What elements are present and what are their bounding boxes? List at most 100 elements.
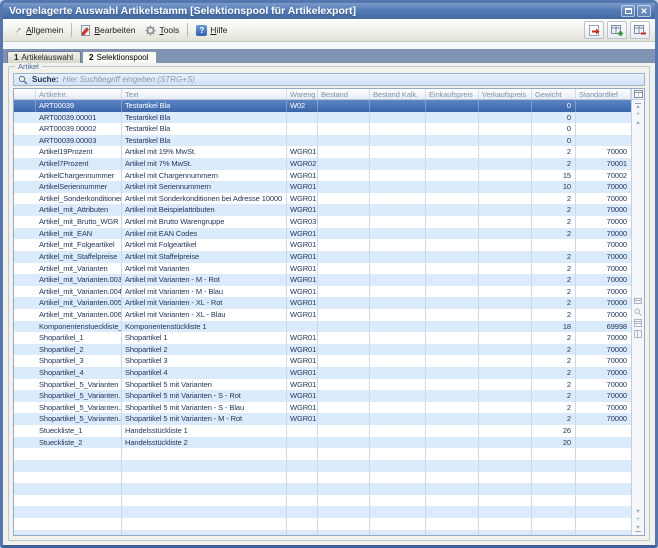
table-row[interactable]: ArtikelSeriennummer Artikel mit Seriennu… — [14, 181, 631, 193]
table-row[interactable]: Shopartikel_1 Shopartikel 1 WGR01 2 7000… — [14, 332, 631, 344]
scroll-last-row-button[interactable]: ▼ — [635, 525, 640, 532]
table-row[interactable]: Artikel_mit_Varianten.003 Artikel mit Va… — [14, 274, 631, 286]
table-row[interactable]: Shopartikel_5_Varianten.1 Shopartikel 5 … — [14, 390, 631, 402]
grid-tool-icon[interactable] — [634, 319, 642, 327]
cell-artikelnr: Artikel19Prozent — [36, 146, 122, 158]
cell-verkaufspreis — [479, 367, 532, 379]
table-row[interactable]: Artikel7Prozent Artikel mit 7% MwSt. WGR… — [14, 158, 631, 170]
table-row[interactable]: Artikel_mit_Varianten.006 Artikel mit Va… — [14, 309, 631, 321]
table-row[interactable]: Shopartikel_5_Varianten Shopartikel 5 mi… — [14, 379, 631, 391]
cell-bestand — [318, 437, 370, 449]
tab-artikelauswahl[interactable]: 1 Artikelauswahl — [7, 51, 81, 63]
tab-selektionspool[interactable]: 2 Selektionspool — [82, 51, 157, 63]
grid-search-icon[interactable] — [634, 308, 642, 316]
cell-verkaufspreis — [479, 135, 532, 147]
cell-text: Artikel mit Folgeartikel — [122, 239, 287, 251]
table-row[interactable]: Shopartikel_5_Varianten.2 Shopartikel 5 … — [14, 402, 631, 414]
grid-tool-icon[interactable] — [634, 297, 642, 305]
cell-standardlieferant: 70000 — [576, 263, 631, 275]
table-row[interactable]: ART00039.00001 Testartikel Bla 0 — [14, 112, 631, 124]
table-row[interactable]: Stueckliste_1 Handelsstückliste 1 26 — [14, 425, 631, 437]
grid-tool-icon[interactable] — [634, 330, 642, 338]
table-row[interactable]: Artikel_mit_Varianten.004 Artikel mit Va… — [14, 286, 631, 298]
table-row[interactable]: ART00039.00002 Testartikel Bla 0 — [14, 123, 631, 135]
table-row[interactable] — [14, 483, 631, 495]
table-row[interactable] — [14, 495, 631, 507]
table-row[interactable]: ART00039 Testartikel Bla W02 0 — [14, 100, 631, 112]
cell-bestand — [318, 146, 370, 158]
table-row[interactable]: Artikel_mit_Attributen Artikel mit Beisp… — [14, 204, 631, 216]
table-row[interactable]: Shopartikel_5_Varianten.3 Shopartikel 5 … — [14, 413, 631, 425]
cell-artikelnr — [36, 495, 122, 507]
restore-button[interactable] — [621, 5, 635, 17]
cell-bestand — [318, 530, 370, 535]
menu-tools[interactable]: Tools — [140, 23, 184, 38]
menu-allgemein[interactable]: → Allgemein — [8, 23, 68, 37]
table-row[interactable] — [14, 518, 631, 530]
export-button[interactable] — [584, 21, 604, 39]
scroll-first-row-button[interactable]: ▲ — [635, 103, 640, 110]
column-header-warengruppe[interactable]: Wareng — [287, 89, 318, 99]
table-row[interactable]: Artikel_mit_Folgeartikel Artikel mit Fol… — [14, 239, 631, 251]
cell-verkaufspreis — [479, 263, 532, 275]
column-header-standardlieferant[interactable]: Standardlief — [576, 89, 631, 99]
column-header-artikelnr[interactable]: Artikelnr. — [36, 89, 122, 99]
table-row[interactable]: Artikel19Prozent Artikel mit 19% MwSt. W… — [14, 146, 631, 158]
cell-artikelnr: ART00039.00001 — [36, 112, 122, 124]
cell-bestand — [318, 413, 370, 425]
table-row[interactable]: Artikel_mit_Brutto_WGR Artikel mit Brutt… — [14, 216, 631, 228]
table-row[interactable]: Shopartikel_3 Shopartikel 3 WGR01 2 7000… — [14, 355, 631, 367]
cell-gewicht: 2 — [532, 228, 576, 240]
column-header-text[interactable]: Text — [122, 89, 287, 99]
menu-hilfe[interactable]: ? Hilfe — [191, 23, 232, 38]
add-to-pool-button[interactable] — [607, 21, 627, 39]
remove-from-pool-button[interactable] — [630, 21, 650, 39]
scroll-up-button[interactable]: ▲ — [635, 120, 640, 126]
table-row[interactable]: Stueckliste_2 Handelsstückliste 2 20 — [14, 437, 631, 449]
table-row[interactable]: ART00039.00003 Testartikel Bla 0 — [14, 135, 631, 147]
cell-artikelnr: Artikel_mit_Varianten.005 — [36, 297, 122, 309]
table-row[interactable] — [14, 460, 631, 472]
cell-verkaufspreis — [479, 146, 532, 158]
cell-verkaufspreis — [479, 286, 532, 298]
cell-verkaufspreis — [479, 158, 532, 170]
search-input[interactable]: Suche: Hier Suchbegriff eingeben (STRG+S… — [13, 73, 645, 86]
cell-bestand-kalk — [370, 437, 426, 449]
column-header-verkaufspreis[interactable]: Verkaufspreis — [479, 89, 532, 99]
cell-einkaufspreis — [426, 472, 479, 484]
column-header-bestand[interactable]: Bestand — [318, 89, 370, 99]
column-header-bestand-kalk[interactable]: Bestand Kalk. — [370, 89, 426, 99]
table-row[interactable]: Komponentenstueckliste_1 Komponentenstüc… — [14, 321, 631, 333]
cell-bestand-kalk — [370, 425, 426, 437]
cell-warengruppe — [287, 437, 318, 449]
table-row[interactable] — [14, 448, 631, 460]
table-row[interactable]: Artikel_mit_Varianten Artikel mit Varian… — [14, 263, 631, 275]
scroll-page-down-button[interactable]: + — [636, 517, 640, 523]
table-row[interactable]: Artikel_mit_EAN Artikel mit EAN Codes WG… — [14, 228, 631, 240]
scroll-down-button[interactable]: ▼ — [635, 509, 640, 515]
menu-bearbeiten[interactable]: Bearbeiten — [75, 23, 140, 38]
cell-warengruppe: WGR01 — [287, 402, 318, 414]
column-chooser-button[interactable] — [632, 89, 644, 100]
column-header-einkaufspreis[interactable]: Einkaufspreis — [426, 89, 479, 99]
cell-bestand-kalk — [370, 379, 426, 391]
table-row[interactable]: Shopartikel_2 Shopartikel 2 WGR01 2 7000… — [14, 344, 631, 356]
table-row[interactable]: ArtikelChargennummer Artikel mit Chargen… — [14, 170, 631, 182]
table-row[interactable]: Artikel_mit_Varianten.005 Artikel mit Va… — [14, 297, 631, 309]
titlebar[interactable]: Vorgelagerte Auswahl Artikelstamm [Selek… — [3, 3, 655, 19]
table-row[interactable] — [14, 472, 631, 484]
close-button[interactable]: ✕ — [637, 5, 651, 17]
table-row[interactable]: Artikel_mit_Staffelpreise Artikel mit St… — [14, 251, 631, 263]
table-row[interactable]: Artikel_Sonderkonditionen Artikel mit So… — [14, 193, 631, 205]
table-row[interactable] — [14, 506, 631, 518]
table-row[interactable]: Shopartikel_4 Shopartikel 4 WGR01 2 7000… — [14, 367, 631, 379]
cell-gewicht: 2 — [532, 193, 576, 205]
cell-einkaufspreis — [426, 390, 479, 402]
row-indicator-cell — [14, 332, 36, 344]
cell-warengruppe — [287, 472, 318, 484]
scroll-page-up-button[interactable]: + — [636, 112, 640, 118]
column-header-gewicht[interactable]: Gewicht — [532, 89, 576, 99]
table-row[interactable] — [14, 530, 631, 535]
cell-warengruppe: WGR01 — [287, 297, 318, 309]
cell-warengruppe: WGR01 — [287, 332, 318, 344]
